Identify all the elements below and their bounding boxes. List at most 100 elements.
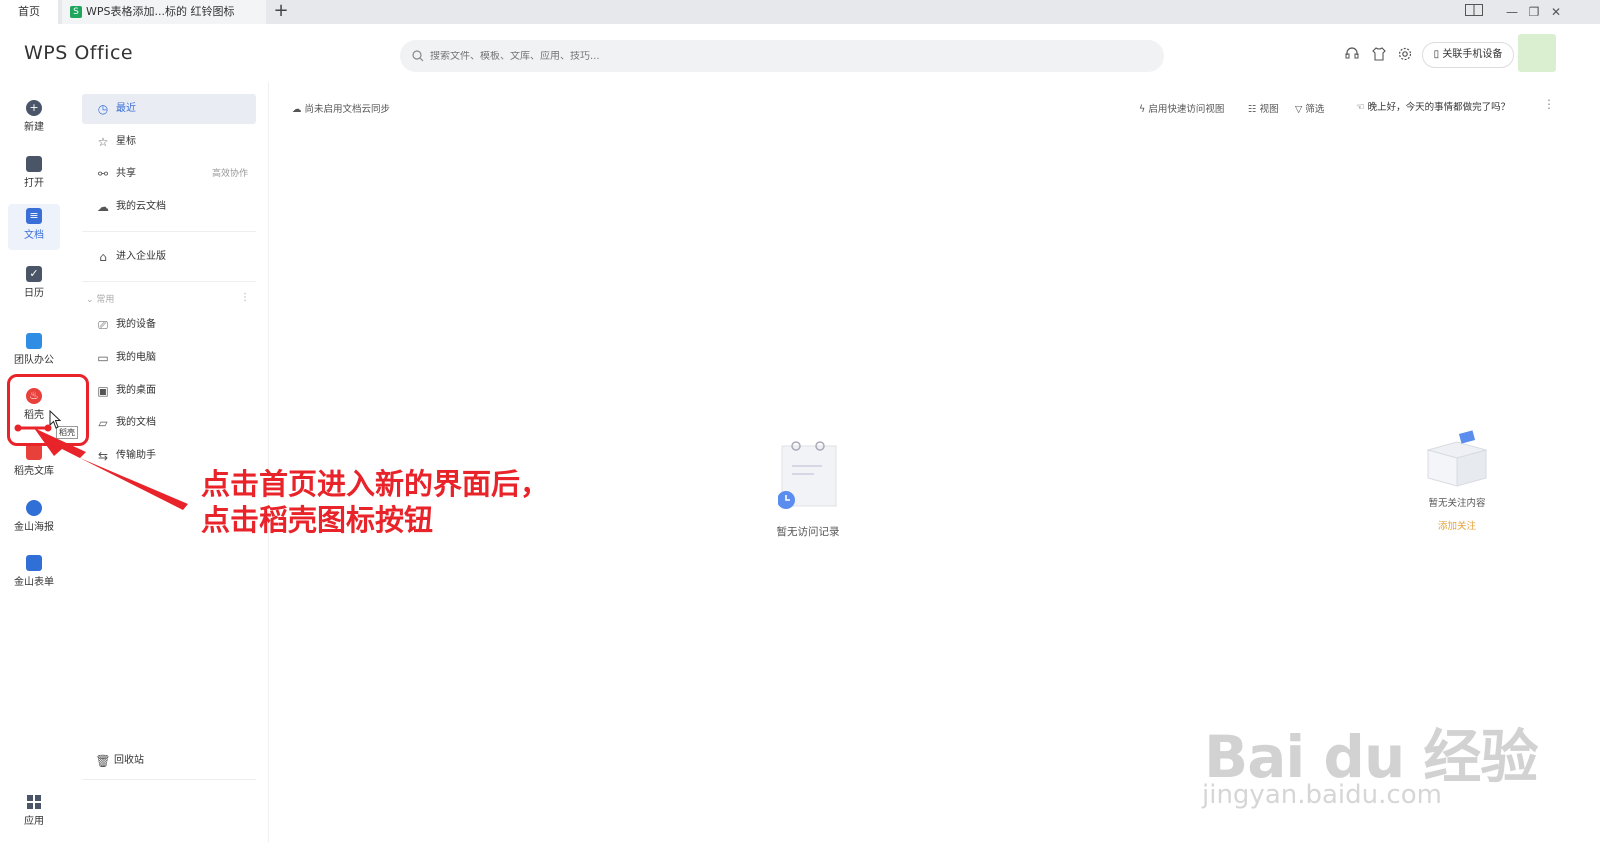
forms-icon [26,555,42,571]
document-icon: ≡ [26,208,42,224]
empty-recent-text: 暂无访问记录 [776,526,840,538]
quick-view-button[interactable]: ϟ 启用快速访问视图 [1139,101,1224,115]
rail-team-label: 团队办公 [14,355,54,366]
rail-calendar[interactable]: ✓ 日历 [8,262,60,308]
sidebar-item-label: 我的设备 [116,319,156,330]
section-common-header[interactable]: ⌄ 常用 [86,292,254,305]
sidebar-item-recent[interactable]: ◷ 最近 [82,94,256,124]
list-view-icon: ☷ [1248,104,1257,115]
rail-new-label: 新建 [24,122,44,133]
wps-logo: WPS Office [24,42,134,64]
hand-icon: ☜ [1356,102,1365,113]
link-phone-label: 关联手机设备 [1442,49,1503,60]
greeting: ☜ 晚上好，今天的事情都做完了吗？ [1356,99,1510,113]
divider [82,281,256,282]
collab-hint: 高效协作 [211,169,248,179]
sidebar-item-label: 我的文档 [116,417,156,428]
sidebar-item-cloud-docs[interactable]: ☁ 我的云文档 [82,192,256,222]
daoke-library-icon [26,444,42,460]
section-common-label: 常用 [96,295,115,305]
poster-icon [26,500,42,516]
gear-icon[interactable] [1396,47,1414,65]
sidebar-item-my-documents[interactable]: ▱ 我的文档 [82,408,256,438]
documents-folder-icon: ▱ [98,416,108,430]
rail-docs-label: 文档 [24,230,44,241]
restore-icon[interactable]: ❐ [1524,3,1544,21]
calendar-icon: ✓ [26,266,42,282]
sidebar-item-label: 我的电脑 [116,352,156,363]
new-tab-button[interactable]: + [272,0,290,24]
tab-document-label: WPS表格添加...标的 红铃图标 [86,5,235,18]
minimize-icon[interactable]: — [1502,3,1522,21]
search-bar[interactable] [400,40,1164,72]
cloud-icon: ☁ [292,104,302,115]
rail-poster-label: 金山海报 [14,522,54,533]
sidebar-item-label: 共享 [116,168,136,179]
chevron-down-icon: ⌄ [86,295,94,305]
spreadsheet-icon: S [70,6,82,18]
cloud-icon: ☁ [97,200,109,214]
rail-poster[interactable]: 金山海报 [6,496,62,542]
view-button[interactable]: ☷ 视图 [1248,101,1279,115]
skin-shirt-icon[interactable] [1370,47,1388,65]
rail-apps[interactable]: 应用 [8,790,60,836]
layout-toggle-icon[interactable] [1464,3,1484,21]
rail-daoke-library[interactable]: 稻壳文库 [6,440,62,486]
link-phone-button[interactable]: ▯ 关联手机设备 [1422,42,1514,68]
headset-icon[interactable] [1343,47,1361,65]
rail-new[interactable]: + 新建 [8,96,60,142]
cloud-sync-status[interactable]: ☁ 尚未启用文档云同步 [292,101,390,115]
search-icon [412,50,424,62]
plus-circle-icon: + [26,100,42,116]
sidebar-item-shared[interactable]: ⚯ 共享 高效协作 [82,159,256,189]
view-label: 视图 [1259,104,1279,115]
divider [82,779,256,780]
cloud-sync-label: 尚未启用文档云同步 [304,104,391,115]
add-follow-link[interactable]: 添加关注 [1420,518,1494,532]
sidebar-item-my-desktop[interactable]: ▣ 我的桌面 [82,376,256,406]
tab-home[interactable]: 首页 [0,0,58,24]
sidebar-item-enterprise[interactable]: ⌂ 进入企业版 [82,242,256,272]
rail-docs[interactable]: ≡ 文档 [8,204,60,250]
lightning-icon: ϟ [1139,104,1146,115]
star-icon: ☆ [97,135,109,149]
empty-follow-text: 暂无关注内容 [1428,498,1486,509]
apps-grid-icon [26,794,42,810]
divider [82,231,256,232]
search-input[interactable] [430,50,1030,62]
empty-recent-illustration [778,441,837,509]
rail-calendar-label: 日历 [24,288,44,299]
sidebar-item-recycle-bin[interactable]: 🗑 回收站 [82,746,256,776]
sidebar-item-starred[interactable]: ☆ 星标 [82,127,256,157]
quick-view-label: 启用快速访问视图 [1148,104,1225,115]
sidebar-item-label: 星标 [116,136,136,147]
sidebar-item-my-computer[interactable]: ▭ 我的电脑 [82,343,256,373]
rail-forms[interactable]: 金山表单 [6,551,62,597]
mouse-cursor-icon [49,410,62,429]
greeting-text: 晚上好，今天的事情都做完了吗？ [1367,102,1511,113]
annotation-line-2: 点击稻壳图标按钮 [201,503,434,537]
folder-icon [26,156,42,172]
more-options-icon[interactable]: ⋮ [1543,97,1555,111]
close-icon[interactable]: ✕ [1546,3,1566,21]
trash-icon: 🗑 [95,754,111,768]
filter-label: 筛选 [1305,104,1325,115]
sidebar-item-label: 回收站 [114,755,144,766]
avatar[interactable] [1518,34,1556,72]
clock-icon: ◷ [97,102,109,116]
phone-icon: ▯ [1433,49,1440,60]
sidebar-item-label: 传输助手 [116,450,156,461]
rail-open-label: 打开 [24,178,44,189]
sidebar-item-my-device[interactable]: ⎚ 我的设备 [82,310,256,340]
more-vertical-icon[interactable]: ⋮ [240,292,250,303]
building-icon: ⌂ [99,250,107,264]
tab-document[interactable]: S WPS表格添加...标的 红铃图标 [62,0,266,24]
filter-button[interactable]: ▽ 筛选 [1295,101,1324,115]
team-office-icon [26,333,42,349]
device-icon: ⎚ [98,318,108,332]
computer-icon: ▭ [97,351,109,365]
rail-team[interactable]: 团队办公 [6,329,62,375]
rail-open[interactable]: 打开 [8,152,60,198]
share-icon: ⚯ [97,167,109,181]
sidebar-divider [268,82,269,842]
